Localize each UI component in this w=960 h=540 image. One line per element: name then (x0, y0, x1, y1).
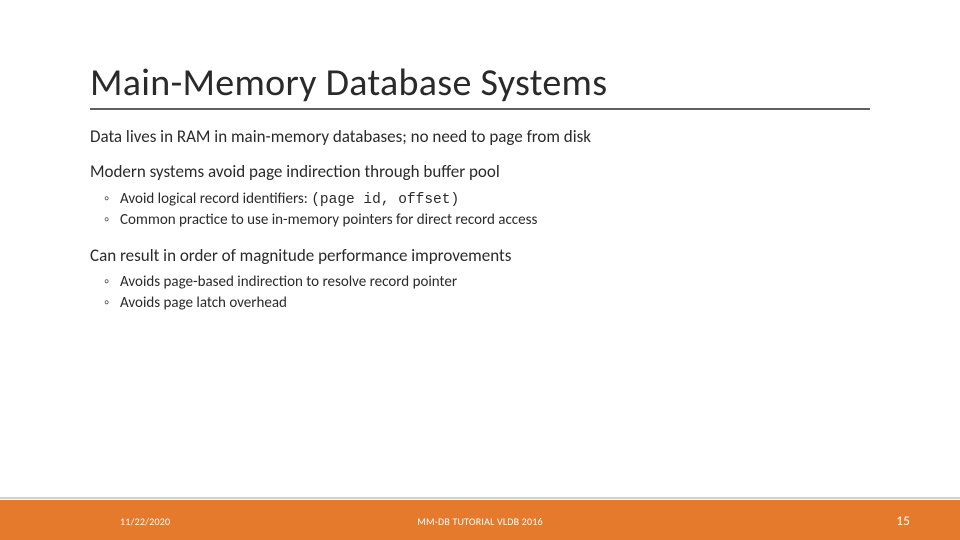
footer-page-number: 15 (896, 514, 940, 529)
footer: 11/22/2020 MM-DB TUTORIAL VLDB 2016 15 (0, 497, 960, 540)
divider-gray (0, 497, 960, 499)
footer-center-text: MM-DB TUTORIAL VLDB 2016 (417, 515, 543, 528)
title-underline (90, 108, 870, 110)
divider-orange (0, 500, 960, 502)
sub-item: Avoid logical record identifiers: (page … (104, 189, 870, 210)
body-text-3: Can result in order of magnitude perform… (90, 245, 870, 266)
sub-item: Common practice to use in-memory pointer… (104, 210, 870, 231)
body-text-1: Data lives in RAM in main-memory databas… (90, 126, 870, 147)
footer-divider (0, 497, 960, 502)
code-inline: (page id, offset) (311, 192, 459, 208)
slide-body: Main-Memory Database Systems Data lives … (0, 0, 960, 314)
sub-item: Avoids page latch overhead (104, 293, 870, 314)
body-text-2: Modern systems avoid page indirection th… (90, 161, 870, 182)
sub-list-1: Avoid logical record identifiers: (page … (90, 189, 870, 231)
slide-title: Main-Memory Database Systems (90, 60, 870, 106)
sub-item-text: Avoid logical record identifiers: (120, 190, 311, 208)
sub-list-2: Avoids page-based indirection to resolve… (90, 272, 870, 314)
footer-strip: 11/22/2020 MM-DB TUTORIAL VLDB 2016 15 (0, 502, 960, 540)
footer-date: 11/22/2020 (20, 515, 170, 528)
sub-item: Avoids page-based indirection to resolve… (104, 272, 870, 293)
